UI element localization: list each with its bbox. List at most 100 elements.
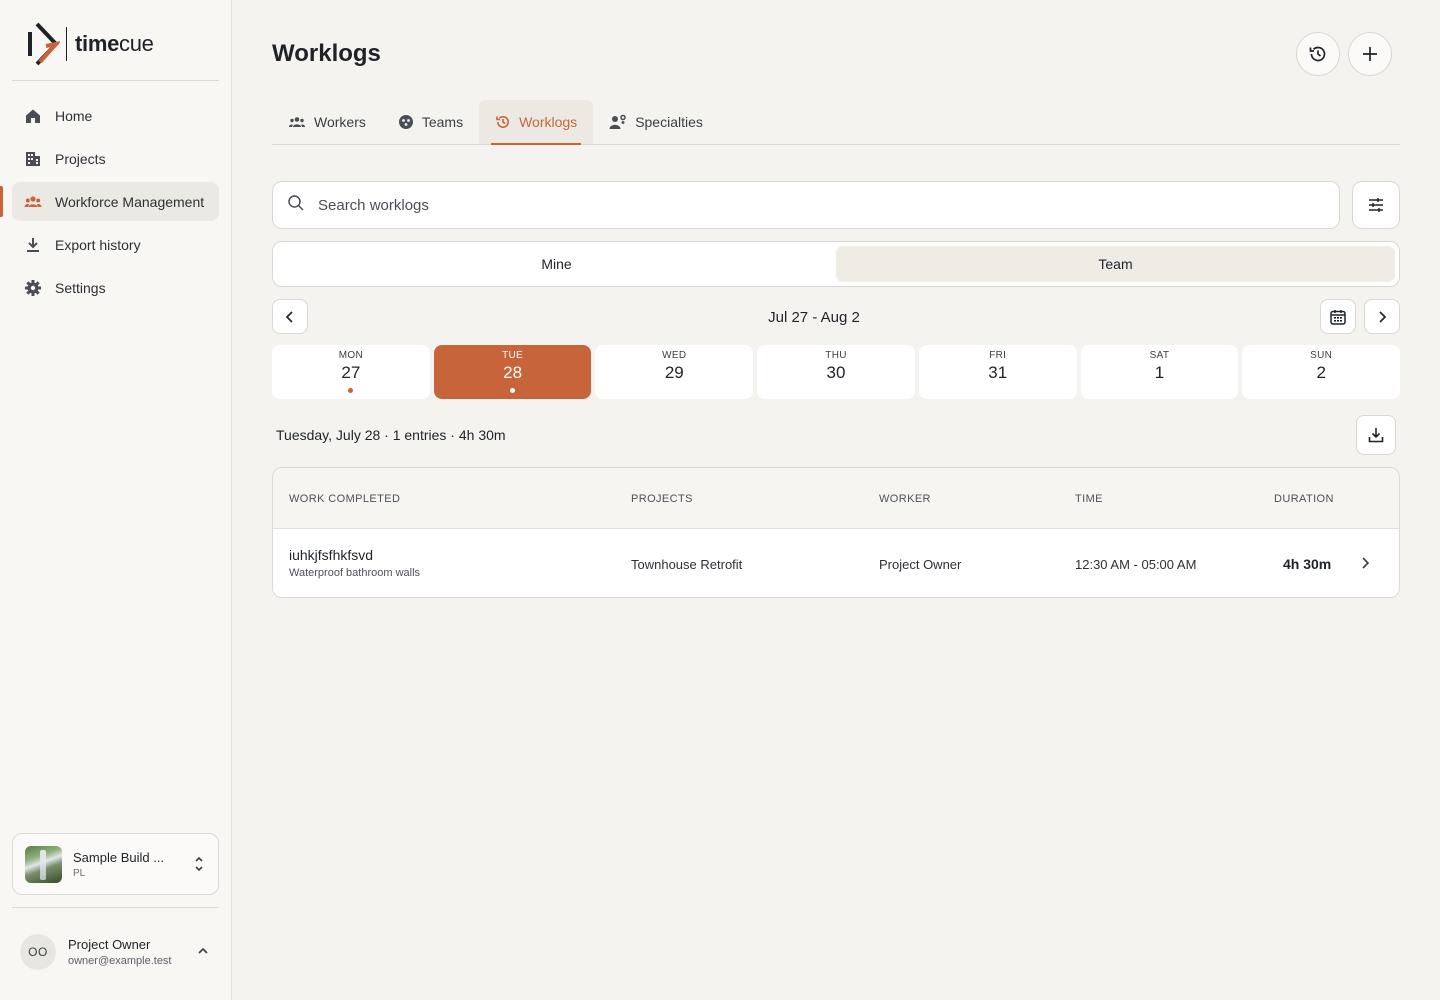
building-icon bbox=[24, 150, 42, 168]
sidebar: timecue Home Projects Workforce Manageme… bbox=[0, 0, 232, 1000]
tab-label: Teams bbox=[421, 114, 464, 130]
tab-label: Worklogs bbox=[519, 114, 578, 130]
home-icon bbox=[24, 107, 42, 125]
day-saturday[interactable]: SAT 1 bbox=[1080, 345, 1239, 399]
day-summary: Tuesday, July 28 · 1 entries · 4h 30m bbox=[276, 427, 506, 443]
next-week-button[interactable] bbox=[1364, 299, 1400, 334]
worklog-project: Townhouse Retrofit bbox=[631, 557, 743, 572]
day-monday[interactable]: MON 27 bbox=[272, 345, 430, 399]
day-of-week: SAT bbox=[1149, 350, 1170, 361]
calendar-button[interactable] bbox=[1320, 299, 1356, 334]
tab-label: Specialties bbox=[635, 114, 703, 130]
week-day-strip: MON 27 TUE 28 WED 29 THU 30 FRI 31 SAT 1… bbox=[272, 345, 1401, 399]
day-number: 28 bbox=[503, 363, 523, 382]
tab-workers[interactable]: Workers bbox=[272, 100, 382, 144]
scope-option-team[interactable]: Team bbox=[836, 246, 1395, 282]
worklog-description: Waterproof bathroom walls bbox=[289, 567, 421, 579]
day-thursday[interactable]: THU 30 bbox=[757, 345, 915, 399]
tab-label: Workers bbox=[314, 114, 366, 130]
day-sunday[interactable]: SUN 2 bbox=[1242, 345, 1401, 399]
avatar: OO bbox=[20, 934, 56, 970]
sidebar-item-export-history[interactable]: Export history bbox=[12, 225, 219, 264]
sidebar-item-label: Projects bbox=[55, 150, 106, 167]
day-tuesday[interactable]: TUE 28 bbox=[433, 345, 592, 399]
search-icon bbox=[287, 194, 305, 217]
logo-mark-icon bbox=[28, 22, 60, 66]
download-icon bbox=[1368, 428, 1384, 443]
sidebar-item-settings[interactable]: Settings bbox=[12, 268, 219, 307]
people-icon bbox=[24, 193, 42, 211]
tab-teams[interactable]: Teams bbox=[382, 100, 479, 144]
sidebar-nav: Home Projects Workforce Management Expor… bbox=[0, 96, 219, 311]
column-header-work-completed: WORK COMPLETED bbox=[289, 493, 401, 505]
tab-worklogs[interactable]: Worklogs bbox=[479, 100, 594, 145]
sidebar-divider bbox=[12, 907, 219, 908]
day-number: 27 bbox=[341, 363, 361, 382]
sidebar-item-label: Workforce Management bbox=[55, 193, 205, 210]
brand-logo[interactable]: timecue bbox=[26, 22, 154, 66]
page-title: Worklogs bbox=[272, 40, 381, 67]
section-tabs: Workers Teams Worklogs Specialties bbox=[272, 100, 1400, 145]
worklog-title: iuhkjfsfhkfsvd bbox=[289, 547, 374, 563]
specialties-icon bbox=[609, 114, 627, 130]
column-header-time: TIME bbox=[1075, 493, 1103, 505]
chevron-up-icon bbox=[197, 944, 209, 962]
column-header-duration: DURATION bbox=[1274, 493, 1334, 505]
brand-name: timecue bbox=[75, 31, 154, 56]
download-icon bbox=[24, 236, 42, 254]
day-of-week: TUE bbox=[502, 350, 524, 361]
user-menu[interactable]: OO Project Owner owner@example.test bbox=[12, 925, 219, 979]
entries-indicator bbox=[348, 388, 354, 393]
tab-specialties[interactable]: Specialties bbox=[593, 100, 719, 144]
scope-toggle: Mine Team bbox=[272, 241, 1400, 287]
user-email: owner@example.test bbox=[68, 955, 172, 967]
worklog-table: WORK COMPLETED PROJECTS WORKER TIME DURA… bbox=[272, 467, 1400, 598]
scope-option-mine[interactable]: Mine bbox=[277, 246, 836, 282]
sidebar-divider bbox=[12, 80, 219, 81]
export-button[interactable] bbox=[1356, 415, 1396, 455]
sidebar-item-projects[interactable]: Projects bbox=[12, 139, 219, 178]
table-row[interactable]: iuhkjfsfhkfsvd Waterproof bathroom walls… bbox=[273, 529, 1399, 597]
chevron-up-down-icon bbox=[194, 855, 204, 878]
organization-thumbnail bbox=[25, 845, 62, 883]
day-of-week: SUN bbox=[1310, 350, 1333, 361]
day-wednesday[interactable]: WED 29 bbox=[595, 345, 754, 399]
add-worklog-button[interactable] bbox=[1348, 32, 1392, 76]
day-of-week: THU bbox=[825, 350, 847, 361]
calendar-icon bbox=[1330, 309, 1346, 325]
day-of-week: FRI bbox=[989, 350, 1007, 361]
day-number: 30 bbox=[826, 363, 846, 382]
plus-icon bbox=[1363, 47, 1377, 61]
day-number: 1 bbox=[1154, 363, 1165, 382]
sliders-icon bbox=[1369, 198, 1383, 212]
organization-switcher[interactable]: Sample Build ... PL bbox=[12, 833, 219, 895]
chevron-right-icon bbox=[1358, 556, 1372, 575]
chevron-right-icon bbox=[1379, 310, 1387, 323]
sidebar-item-workforce-management[interactable]: Workforce Management bbox=[0, 182, 219, 221]
day-of-week: WED bbox=[662, 350, 687, 361]
day-friday[interactable]: FRI 31 bbox=[918, 345, 1077, 399]
table-header: WORK COMPLETED PROJECTS WORKER TIME DURA… bbox=[273, 468, 1399, 529]
logo-separator bbox=[66, 27, 67, 61]
search-input[interactable] bbox=[318, 196, 1218, 214]
history-icon bbox=[495, 114, 511, 130]
week-range-label: Jul 27 - Aug 2 bbox=[768, 309, 860, 326]
history-icon bbox=[1309, 46, 1326, 62]
filter-button[interactable] bbox=[1352, 181, 1400, 229]
day-number: 2 bbox=[1316, 363, 1326, 382]
sidebar-item-home[interactable]: Home bbox=[12, 96, 219, 135]
day-of-week: MON bbox=[338, 350, 363, 361]
workers-icon bbox=[288, 115, 306, 129]
active-indicator bbox=[0, 186, 3, 217]
worklog-duration: 4h 30m bbox=[1283, 556, 1332, 572]
worklog-worker: Project Owner bbox=[879, 557, 962, 572]
organization-country: PL bbox=[73, 867, 86, 879]
entries-indicator bbox=[510, 388, 516, 393]
user-name: Project Owner bbox=[68, 937, 151, 952]
teams-icon bbox=[398, 114, 414, 130]
worklog-time: 12:30 AM - 05:00 AM bbox=[1075, 557, 1197, 572]
gear-icon bbox=[24, 279, 42, 297]
column-header-projects: PROJECTS bbox=[631, 493, 693, 505]
history-button[interactable] bbox=[1296, 32, 1340, 76]
day-number: 31 bbox=[988, 363, 1008, 382]
